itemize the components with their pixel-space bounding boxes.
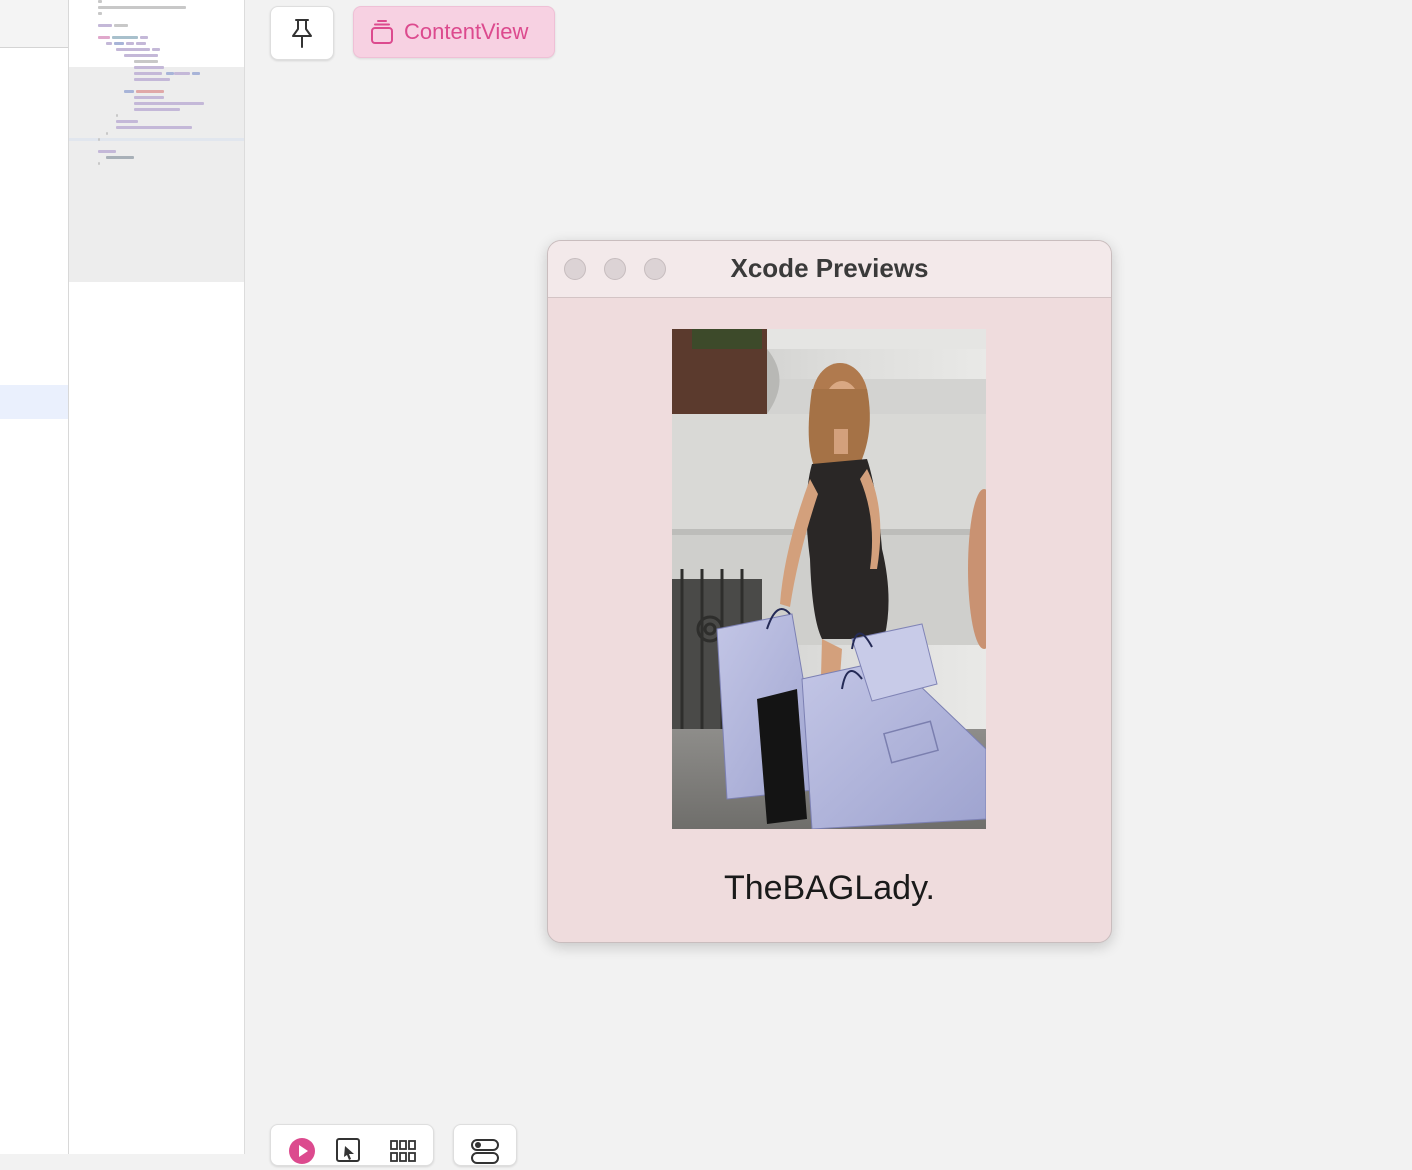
window-titlebar[interactable]: Xcode Previews [548,241,1111,298]
preview-view-selector[interactable]: ContentView [353,6,555,58]
view-selector-label: ContentView [404,19,529,44]
minimap-code-line [136,90,164,93]
preview-mode-controls [270,1124,434,1166]
minimap-code-line [98,162,100,165]
minimap-code-line [116,114,118,117]
minimap-code-line [106,132,108,135]
stack-icon [371,20,393,44]
minimap-code-line [124,90,134,93]
caption-text: TheBAGLady. [723,869,936,907]
editor-jump-bar [0,0,68,47]
minimap-code-line [124,54,158,57]
minimap-code-line [134,60,158,63]
minimap-code-line [114,42,124,45]
editor-divider [0,47,68,48]
minimap-code-line [112,36,138,39]
minimap-code-line [116,126,192,129]
pin-preview-button[interactable] [270,6,334,60]
window-title: Xcode Previews [730,253,929,283]
minimap-code-line [106,156,134,159]
minimap-code-line [98,12,102,15]
minimap-code-line [174,72,190,75]
minimap-code-line [98,24,112,27]
minimap-code-line [116,120,138,123]
minimap-code-line [98,0,102,3]
minimap-code-line [134,78,170,81]
minimap-code-line [166,72,174,75]
device-settings-button[interactable] [453,1124,517,1166]
minimap-code-line [98,150,116,153]
minimap-code-line [134,108,180,111]
minimap-code-line [134,66,164,69]
minimap-code-line [134,102,204,105]
minimap-code-line [152,48,160,51]
minimap-code-line [134,96,164,99]
pin-icon [292,19,312,48]
current-line-highlight [0,385,68,419]
minimap-code-line [140,36,148,39]
minimap-code-line [134,72,162,75]
minimap-code-line [126,42,134,45]
preview-photo [672,329,986,829]
minimap-current-line [69,138,244,141]
minimap-code-line [98,6,186,9]
minimap-code-line [106,42,112,45]
preview-window: Xcode Previews TheBAGLady. [547,240,1112,943]
minimap-code-line [114,24,128,27]
minimap-code-line [98,36,110,39]
minimap-code-line [116,48,150,51]
minimap-code-line [192,72,200,75]
minimap-code-line [98,138,100,141]
code-editor-edge [0,0,69,1154]
minimap-viewport[interactable] [69,67,244,282]
code-minimap[interactable] [69,0,245,1154]
minimap-code-line [136,42,146,45]
